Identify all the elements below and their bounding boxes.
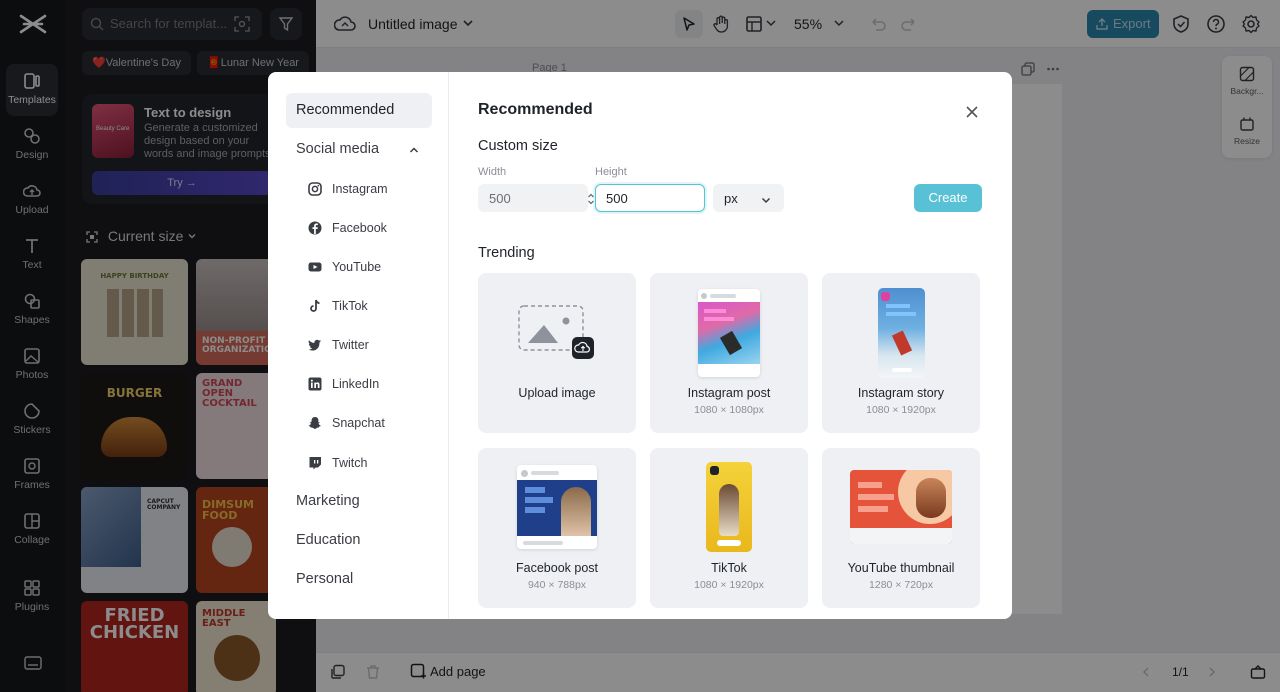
instagram-icon [308, 182, 322, 196]
create-button[interactable]: Create [914, 184, 982, 212]
card-title: Facebook post [516, 561, 598, 575]
nav-sub-label: YouTube [332, 260, 382, 274]
card-size: 1280 × 720px [869, 579, 933, 591]
nav-facebook[interactable]: Facebook [308, 216, 387, 240]
youtube-icon [308, 262, 322, 272]
nav-recommended[interactable]: Recommended [286, 93, 432, 128]
linkedin-icon [308, 377, 322, 391]
nav-instagram[interactable]: Instagram [308, 177, 388, 201]
instagram-story-card[interactable]: Instagram story 1080 × 1920px [822, 273, 980, 433]
chevron-down-icon [761, 197, 771, 204]
nav-sub-label: Twitch [332, 456, 368, 470]
nav-label: Social media [296, 141, 380, 157]
card-size: 1080 × 1920px [866, 404, 936, 416]
nav-education[interactable]: Education [286, 523, 432, 558]
card-title: TikTok [711, 561, 747, 575]
snapchat-icon [308, 417, 321, 429]
new-design-modal: Recommended Social media Instagram Faceb… [268, 72, 1012, 619]
card-size: 1080 × 1080px [694, 404, 764, 416]
facebook-post-preview [517, 465, 597, 549]
nav-personal[interactable]: Personal [286, 562, 432, 597]
nav-tiktok[interactable]: TikTok [308, 294, 368, 318]
width-value: 500 [489, 191, 511, 206]
instagram-post-preview [698, 289, 760, 377]
nav-social-media[interactable]: Social media [286, 132, 432, 167]
height-input[interactable]: 500 [595, 184, 705, 212]
nav-sub-label: Instagram [332, 182, 388, 196]
facebook-post-card[interactable]: Facebook post 940 × 788px [478, 448, 636, 608]
card-title: Upload image [518, 386, 596, 400]
nav-twitter[interactable]: Twitter [308, 333, 369, 357]
modal-title: Recommended [478, 101, 593, 118]
unit-value: px [724, 191, 738, 206]
close-icon[interactable] [963, 103, 981, 121]
nav-label: Recommended [296, 102, 395, 118]
upload-image-icon [518, 305, 594, 359]
tiktok-icon [310, 299, 320, 312]
width-input[interactable]: 500 [478, 184, 594, 212]
nav-sub-label: TikTok [332, 299, 368, 313]
nav-sub-label: Snapchat [332, 416, 385, 430]
card-size: 940 × 788px [527, 579, 587, 591]
nav-sub-label: Facebook [332, 221, 387, 235]
height-label: Height [595, 166, 627, 178]
youtube-thumbnail-card[interactable]: YouTube thumbnail 1280 × 720px [822, 448, 980, 608]
width-label: Width [478, 166, 507, 178]
instagram-post-card[interactable]: Instagram post 1080 × 1080px [650, 273, 808, 433]
nav-twitch[interactable]: Twitch [308, 451, 367, 475]
tiktok-card[interactable]: TikTok 1080 × 1920px [650, 448, 808, 608]
unit-select[interactable]: px [713, 184, 784, 212]
nav-marketing[interactable]: Marketing [286, 484, 432, 519]
modal-category-nav: Recommended Social media Instagram Faceb… [268, 72, 449, 619]
card-title: Instagram post [687, 386, 771, 400]
twitch-icon [309, 457, 321, 470]
nav-label: Marketing [296, 493, 360, 509]
nav-label: Personal [296, 571, 354, 587]
nav-snapchat[interactable]: Snapchat [308, 411, 385, 435]
instagram-story-preview [878, 288, 925, 378]
twitter-icon [308, 339, 321, 351]
tiktok-preview [706, 462, 752, 552]
stepper-icon[interactable] [587, 192, 595, 206]
facebook-icon [308, 221, 322, 235]
height-value: 500 [606, 191, 628, 206]
nav-sub-label: LinkedIn [332, 377, 380, 391]
card-title: Instagram story [857, 386, 945, 400]
nav-sub-label: Twitter [332, 338, 369, 352]
nav-youtube[interactable]: YouTube [308, 255, 381, 279]
nav-linkedin[interactable]: LinkedIn [308, 372, 379, 396]
youtube-thumbnail-preview [850, 470, 952, 544]
nav-label: Education [296, 532, 361, 548]
card-size: 1080 × 1920px [694, 579, 764, 591]
card-title: YouTube thumbnail [847, 561, 955, 575]
chevron-up-icon [409, 147, 419, 153]
upload-image-card[interactable]: Upload image [478, 273, 636, 433]
trending-heading: Trending [478, 245, 535, 261]
custom-size-heading: Custom size [478, 138, 558, 154]
modal-content: Recommended Custom size Width 500 Height… [449, 72, 1012, 619]
